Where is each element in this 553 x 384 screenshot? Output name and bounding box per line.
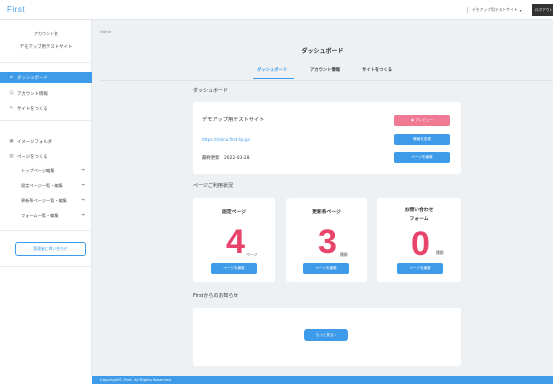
breadcrumb[interactable]: Home [100,29,111,34]
divider [0,62,92,63]
account-name: デモアップ用テストサイト [19,45,73,50]
user-icon: ☺ [9,91,14,96]
usage-edit-button[interactable]: ページを編集 [397,263,443,274]
usage-count: 4 [226,223,245,261]
section-title-dashboard: ダッシュボード [193,88,229,94]
contact-admin-button[interactable]: 管理者に問い合わせ [15,242,86,256]
sidebar-subitem-top-page[interactable]: トップページ編集 → [0,165,92,176]
more-news-button[interactable]: もっと見る › [304,329,348,341]
page-icon: ▤ [9,154,14,159]
sidebar-item-label: サイトをつくる [17,106,48,112]
arrow-right-icon: → [81,198,85,203]
arrow-right-icon: → [81,168,85,173]
last-update-label: 最終更新 [202,156,220,161]
sidebar-item-account[interactable]: ☺ アカウント情報 [0,88,92,99]
more-news-label: もっと見る [315,333,334,337]
tab-bar: ダッシュボード アカウント情報 サイトをつくる [0,65,553,79]
chevron-down-icon: ▾ [519,7,522,13]
site-name: デモアップ用テストサイト [202,117,265,123]
logout-button[interactable]: ログアウト [532,4,553,16]
tab-dashboard[interactable]: ダッシュボード [257,67,287,73]
divider [0,230,92,231]
preview-button[interactable]: ◉ プレビュー [394,115,450,126]
site-select-dropdown[interactable]: デモアップ用テストサイト ▾ [467,7,521,13]
sidebar-item-image-folder[interactable]: ▣ イメージフォルダ [0,136,92,147]
divider [0,120,92,121]
top-bar: First デモアップ用テストサイト ▾ ログアウト [0,0,553,20]
last-update: 最終更新 2022-03-28 [202,155,250,161]
usage-unit: ページ [246,252,258,257]
preview-button-label: プレビュー [415,118,434,122]
footer: Copyright© First. All Rights Reserved. [92,376,553,384]
edit-page-button[interactable]: ページを編集 [394,152,450,163]
usage-count: 3 [318,223,337,261]
sidebar-subitem-forms[interactable]: フォーム一覧・編集 → [0,210,92,221]
sidebar-item-create-page[interactable]: ▤ ページをつくる [0,151,92,162]
sidebar-subitem-update-pages[interactable]: 更新系ページ一覧・編集 → [0,195,92,206]
divider [0,266,92,267]
last-update-date: 2022-03-28 [223,156,250,161]
sidebar-subitem-label: 固定ページ一覧・編集 [21,182,63,188]
sidebar-item-label: ページをつくる [17,154,48,160]
page-title: ダッシュボード [301,48,344,55]
usage-unit: 種類 [436,250,444,255]
usage-edit-button[interactable]: ページを編集 [211,263,257,274]
copyright: Copyright© First. All Rights Reserved. [100,377,172,382]
logo[interactable]: First [7,5,25,14]
usage-card-title: 更新系ページ [312,210,341,215]
sidebar-subitem-fixed-pages[interactable]: 固定ページ一覧・編集 → [0,180,92,191]
usage-count: 0 [411,225,430,263]
sidebar-subitem-label: トップページ編集 [21,167,55,173]
usage-unit: 種類 [340,252,348,257]
site-url-link[interactable]: https://shiina.first-hp.jp/ [202,137,250,142]
arrow-right-icon: → [81,213,85,218]
tab-account-info[interactable]: アカウント情報 [310,67,340,73]
sidebar-subitem-label: 更新系ページ一覧・編集 [21,197,67,203]
section-title-news: Firstからのお知らせ [193,293,239,299]
chevron-right-icon: › [333,333,337,337]
arrow-right-icon: → [81,183,85,188]
sidebar-item-label: イメージフォルダ [17,139,53,145]
edit-icon: ✎ [9,106,14,111]
section-title-usage: ページご利用状況 [193,183,233,189]
usage-edit-button[interactable]: ページを編集 [303,263,349,274]
active-tab-indicator [253,78,294,79]
account-label: アカウント名 [34,31,58,36]
usage-card-title: 固定ページ [222,210,246,215]
change-info-button[interactable]: 情報を変更 [394,134,450,145]
tabs-divider [100,80,553,81]
sidebar-item-label: アカウント情報 [17,91,48,97]
usage-card-title: お問い合わせ [404,208,434,213]
divider [467,7,468,13]
site-select-value: デモアップ用テストサイト [472,7,518,12]
tab-create-site[interactable]: サイトをつくる [362,67,392,73]
sidebar-item-create-site[interactable]: ✎ サイトをつくる [0,103,92,114]
sidebar-subitem-label: フォーム一覧・編集 [21,212,59,218]
sidebar-footer [0,376,92,384]
usage-card-title-line2: フォーム [409,217,429,222]
image-icon: ▣ [9,139,14,144]
